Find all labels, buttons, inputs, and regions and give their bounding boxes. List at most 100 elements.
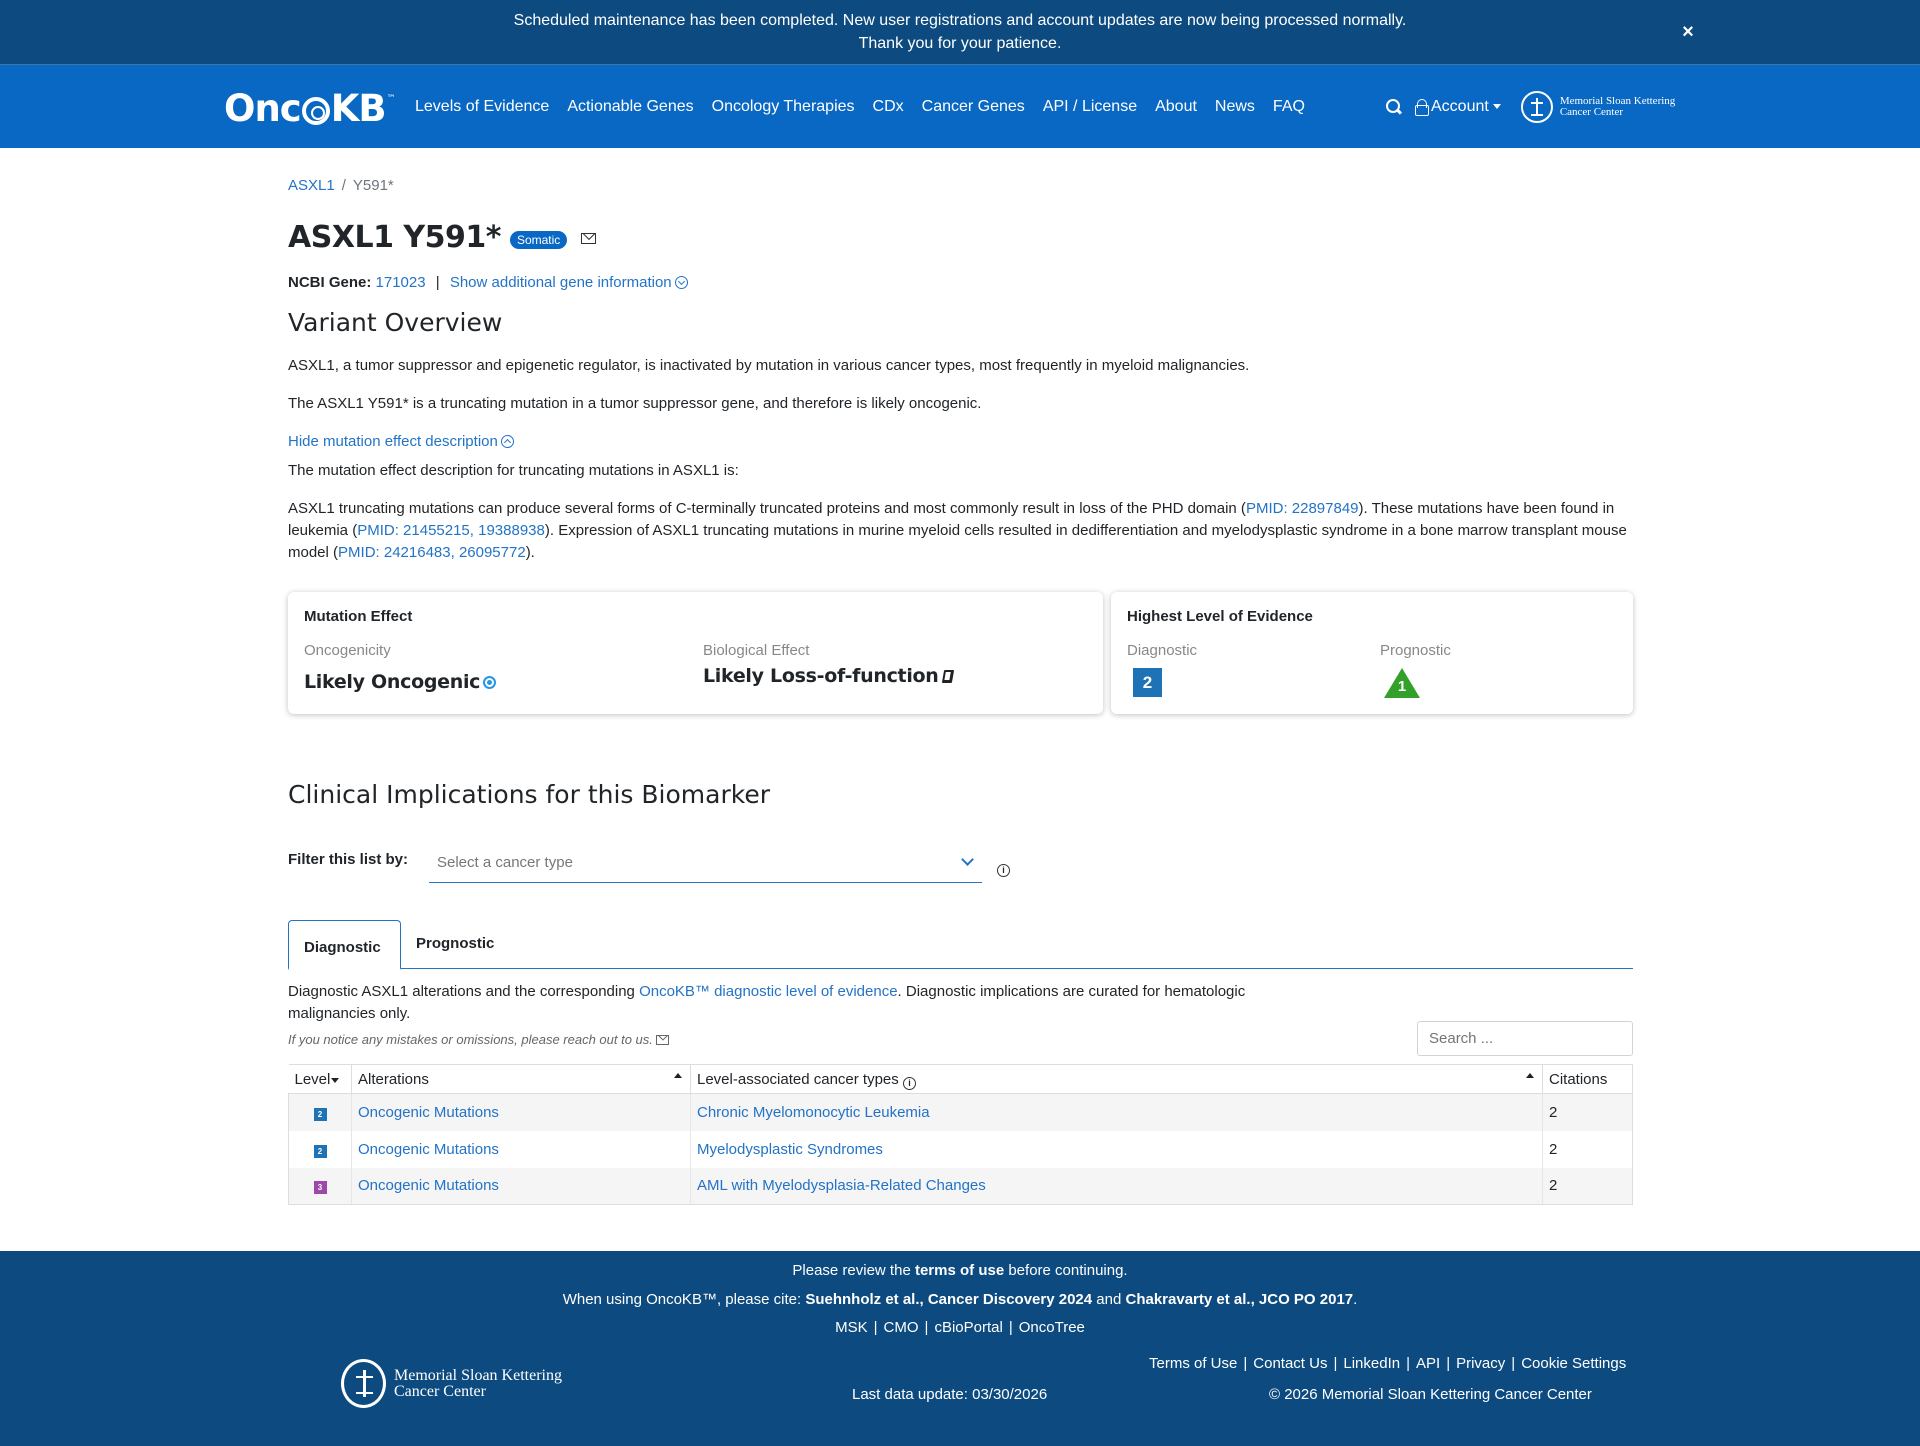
nav-cdx[interactable]: CDx [873, 98, 904, 116]
cite-link-1[interactable]: Suehnholz et al., Cancer Discovery 2024 [805, 1291, 1092, 1308]
biological-effect-value: Likely Loss-of-function [703, 665, 939, 687]
prognostic-label: Prognostic [1380, 642, 1451, 659]
level-icon[interactable]: 2 [313, 1144, 327, 1158]
clinical-implications-heading: Clinical Implications for this Biomarker [288, 780, 770, 809]
tab-prognostic[interactable]: Prognostic [401, 920, 509, 969]
oncokb-logo[interactable]: Onc KB ™ [224, 87, 396, 130]
book-icon[interactable] [941, 670, 954, 683]
table-header-row: Level Alterations Level-associated cance… [288, 1064, 1633, 1094]
footer-msk-logo[interactable]: Memorial Sloan Kettering Cancer Center [341, 1359, 562, 1408]
level-icon[interactable]: 2 [313, 1107, 327, 1121]
cancer-type-link[interactable]: Chronic Myelomonocytic Leukemia [697, 1104, 930, 1121]
hide-description-toggle[interactable]: Hide mutation effect description [288, 431, 1628, 453]
overview-paragraph-3: The mutation effect description for trun… [288, 462, 739, 479]
nav-about[interactable]: About [1155, 98, 1197, 116]
mutation-effect-card: Mutation Effect Oncogenicity Likely Onco… [288, 592, 1103, 714]
nav-oncology-therapies[interactable]: Oncology Therapies [712, 98, 855, 116]
nav-faq[interactable]: FAQ [1273, 98, 1305, 116]
somatic-badge: Somatic [509, 230, 568, 249]
footer-link-msk[interactable]: MSK [835, 1319, 868, 1336]
footer-cite: When using OncoKB™, please cite: Suehnho… [0, 1291, 1920, 1308]
row-citations-cell[interactable]: 2 [1542, 1130, 1633, 1168]
col-alterations[interactable]: Alterations [351, 1064, 691, 1094]
sort-desc-icon [331, 1077, 340, 1083]
table-row: 2 Oncogenic Mutations Chronic Myelomonocyt… [288, 1093, 1633, 1131]
prognostic-level-icon[interactable]: 1 [1384, 668, 1420, 698]
nav-api-license[interactable]: API / License [1043, 98, 1137, 116]
footer-link-cbioportal[interactable]: cBioPortal [934, 1319, 1002, 1336]
cite-link-2[interactable]: Chakravarty et al., JCO PO 2017 [1126, 1291, 1354, 1308]
close-icon[interactable]: × [1678, 22, 1698, 42]
footer-api-link[interactable]: API [1416, 1355, 1440, 1372]
footer: Please review the terms of use before co… [0, 1251, 1920, 1446]
implications-table: Level Alterations Level-associated cance… [288, 1064, 1633, 1205]
row-level-cell: 3 [288, 1167, 352, 1205]
highest-level-card: Highest Level of Evidence Diagnostic 2 P… [1111, 592, 1633, 714]
footer-terms-link[interactable]: Terms of Use [1149, 1355, 1237, 1372]
mail-icon[interactable] [581, 233, 597, 244]
row-citations-cell[interactable]: 2 [1542, 1167, 1633, 1205]
level-icon[interactable]: 3 [313, 1181, 327, 1195]
lock-icon [1415, 99, 1429, 116]
footer-privacy-link[interactable]: Privacy [1456, 1355, 1505, 1372]
col-citations[interactable]: Citations [1542, 1064, 1633, 1094]
variant-overview-heading: Variant Overview [288, 308, 503, 337]
footer-link-cmo[interactable]: CMO [884, 1319, 919, 1336]
sort-asc-icon [1526, 1073, 1534, 1078]
info-icon[interactable]: i [997, 864, 1010, 877]
cancer-type-link[interactable]: AML with Myelodysplasia-Related Changes [697, 1177, 986, 1194]
logo-text-suffix: KB [330, 87, 387, 130]
info-icon[interactable]: i [902, 1076, 916, 1090]
row-cancer-type-cell: AML with Myelodysplasia-Related Changes [690, 1167, 1543, 1205]
p4-text-d: ). [525, 544, 535, 561]
footer-contact-link[interactable]: Contact Us [1253, 1355, 1327, 1372]
diagnostic-levels-link[interactable]: OncoKB™ diagnostic level of evidence [639, 983, 897, 1000]
msk-logo[interactable]: Memorial Sloan Kettering Cancer Center [1520, 90, 1675, 123]
nav-links: Levels of Evidence Actionable Genes Onco… [415, 65, 1323, 148]
announcement-bar: Scheduled maintenance has been completed… [0, 0, 1920, 65]
alteration-link[interactable]: Oncogenic Mutations [358, 1177, 499, 1194]
cite-text-a: When using OncoKB™, please cite: [562, 1291, 806, 1308]
ncbi-gene-link[interactable]: 171023 [376, 274, 426, 291]
nav-cancer-genes[interactable]: Cancer Genes [922, 98, 1025, 116]
diagnostic-description: Diagnostic ASXL1 alterations and the cor… [288, 981, 1308, 1025]
footer-msk-line2: Cancer Center [394, 1382, 486, 1400]
row-citations-cell[interactable]: 2 [1542, 1093, 1633, 1131]
hide-description-label: Hide mutation effect description [288, 433, 498, 450]
footer-link-oncotree[interactable]: OncoTree [1019, 1319, 1085, 1336]
mail-icon[interactable] [655, 1035, 669, 1045]
row-cancer-type-cell: Myelodysplastic Syndromes [690, 1130, 1543, 1168]
pmid-link-3[interactable]: PMID: 24216483, 26095772 [338, 544, 526, 561]
col-cancer-types[interactable]: Level-associated cancer types i [690, 1064, 1543, 1094]
nav-news[interactable]: News [1215, 98, 1255, 116]
msk-emblem-icon [1520, 90, 1553, 123]
pmid-link-1[interactable]: PMID: 22897849 [1246, 500, 1359, 517]
nav-actionable-genes[interactable]: Actionable Genes [567, 98, 693, 116]
caret-down-icon [1492, 104, 1501, 109]
announcement-text: Scheduled maintenance has been completed… [513, 12, 1407, 52]
col-level[interactable]: Level [288, 1064, 352, 1094]
show-gene-info-link[interactable]: Show additional gene information [450, 274, 688, 291]
top-navbar: Onc KB ™ Levels of Evidence Actionable G… [0, 65, 1920, 148]
account-menu[interactable]: Account [1415, 98, 1501, 116]
breadcrumb: ASXL1/Y591* [288, 177, 394, 194]
alteration-link[interactable]: Oncogenic Mutations [358, 1104, 499, 1121]
diagnostic-level-icon[interactable]: 2 [1133, 668, 1162, 697]
nav-levels-of-evidence[interactable]: Levels of Evidence [415, 98, 549, 116]
pmid-link-2[interactable]: PMID: 21455215, 19388938 [357, 522, 545, 539]
table-search-input[interactable] [1417, 1021, 1633, 1056]
cancer-type-select[interactable]: Select a cancer type [429, 849, 982, 883]
footer-linkedin-link[interactable]: LinkedIn [1343, 1355, 1400, 1372]
cancer-type-link[interactable]: Myelodysplastic Syndromes [697, 1141, 883, 1158]
footer-cookie-link[interactable]: Cookie Settings [1521, 1355, 1626, 1372]
row-alteration-cell: Oncogenic Mutations [351, 1130, 691, 1168]
highest-level-title: Highest Level of Evidence [1127, 608, 1313, 625]
terms-of-use-link[interactable]: terms of use [915, 1262, 1004, 1279]
breadcrumb-gene[interactable]: ASXL1 [288, 177, 335, 194]
alteration-link[interactable]: Oncogenic Mutations [358, 1141, 499, 1158]
search-icon[interactable] [1385, 98, 1403, 116]
oncogenicity-value-row: Likely Oncogenic [304, 671, 497, 693]
nav-right: Account Memorial Sloan Kettering Cancer … [1385, 65, 1675, 148]
prognostic-level-value: 1 [1397, 678, 1407, 695]
tab-diagnostic[interactable]: Diagnostic [288, 920, 401, 970]
